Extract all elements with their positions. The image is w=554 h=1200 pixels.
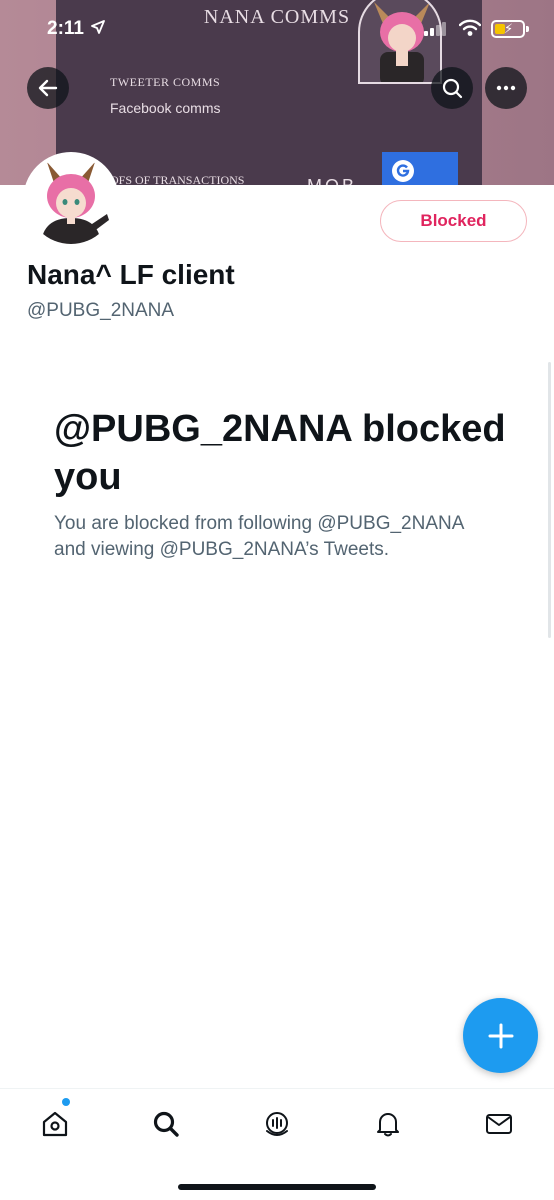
blocked-title: @PUBG_2NANA blocked you [54,408,506,498]
messages-icon [486,1114,512,1134]
notifications-icon [377,1113,399,1137]
location-arrow-icon [91,20,105,39]
nav-messages[interactable] [475,1106,523,1142]
g-logo-icon [392,160,414,182]
home-indicator [178,1184,376,1190]
banner-text-mob: MOB [307,176,357,185]
profile-handle: @PUBG_2NANA [27,300,175,321]
status-time: 2:11 [47,18,84,39]
blocked-description: You are blocked from following @PUBG_2NA… [54,513,464,560]
back-arrow-icon [38,79,58,97]
notification-dot [62,1098,70,1106]
search-icon [442,78,463,99]
nav-home[interactable] [31,1098,79,1142]
scrollbar[interactable] [548,362,551,638]
plus-icon [488,1023,513,1048]
banner-text-facebook: Facebook comms [110,100,221,116]
banner-text-tweeter: TWEETER COMMS [110,75,221,89]
battery-charging-icon: ⚡ [491,20,529,38]
avatar[interactable] [23,152,119,248]
profile-search-button[interactable] [431,67,473,109]
cellular-signal-icon [424,22,446,41]
nav-notifications[interactable] [364,1106,412,1142]
wifi-icon [458,19,482,42]
banner-character-image [358,0,442,84]
banner-text-proofs: OFS OF TRANSACTIONS [110,173,245,185]
home-icon [42,1111,68,1137]
spaces-icon [266,1112,288,1136]
compose-tweet-button[interactable] [463,998,538,1073]
search-icon [153,1111,179,1137]
battery-tip [526,26,529,32]
back-button[interactable] [27,67,69,109]
nav-spaces[interactable] [253,1106,301,1142]
blocked-button[interactable]: Blocked [380,200,527,242]
banner-logo [382,152,458,185]
more-icon [496,85,516,91]
bolt-icon: ⚡ [504,21,514,36]
display-name: Nana^ LF client [27,259,235,290]
bottom-nav [0,1088,554,1200]
more-button[interactable] [485,67,527,109]
nav-search[interactable] [142,1106,190,1142]
